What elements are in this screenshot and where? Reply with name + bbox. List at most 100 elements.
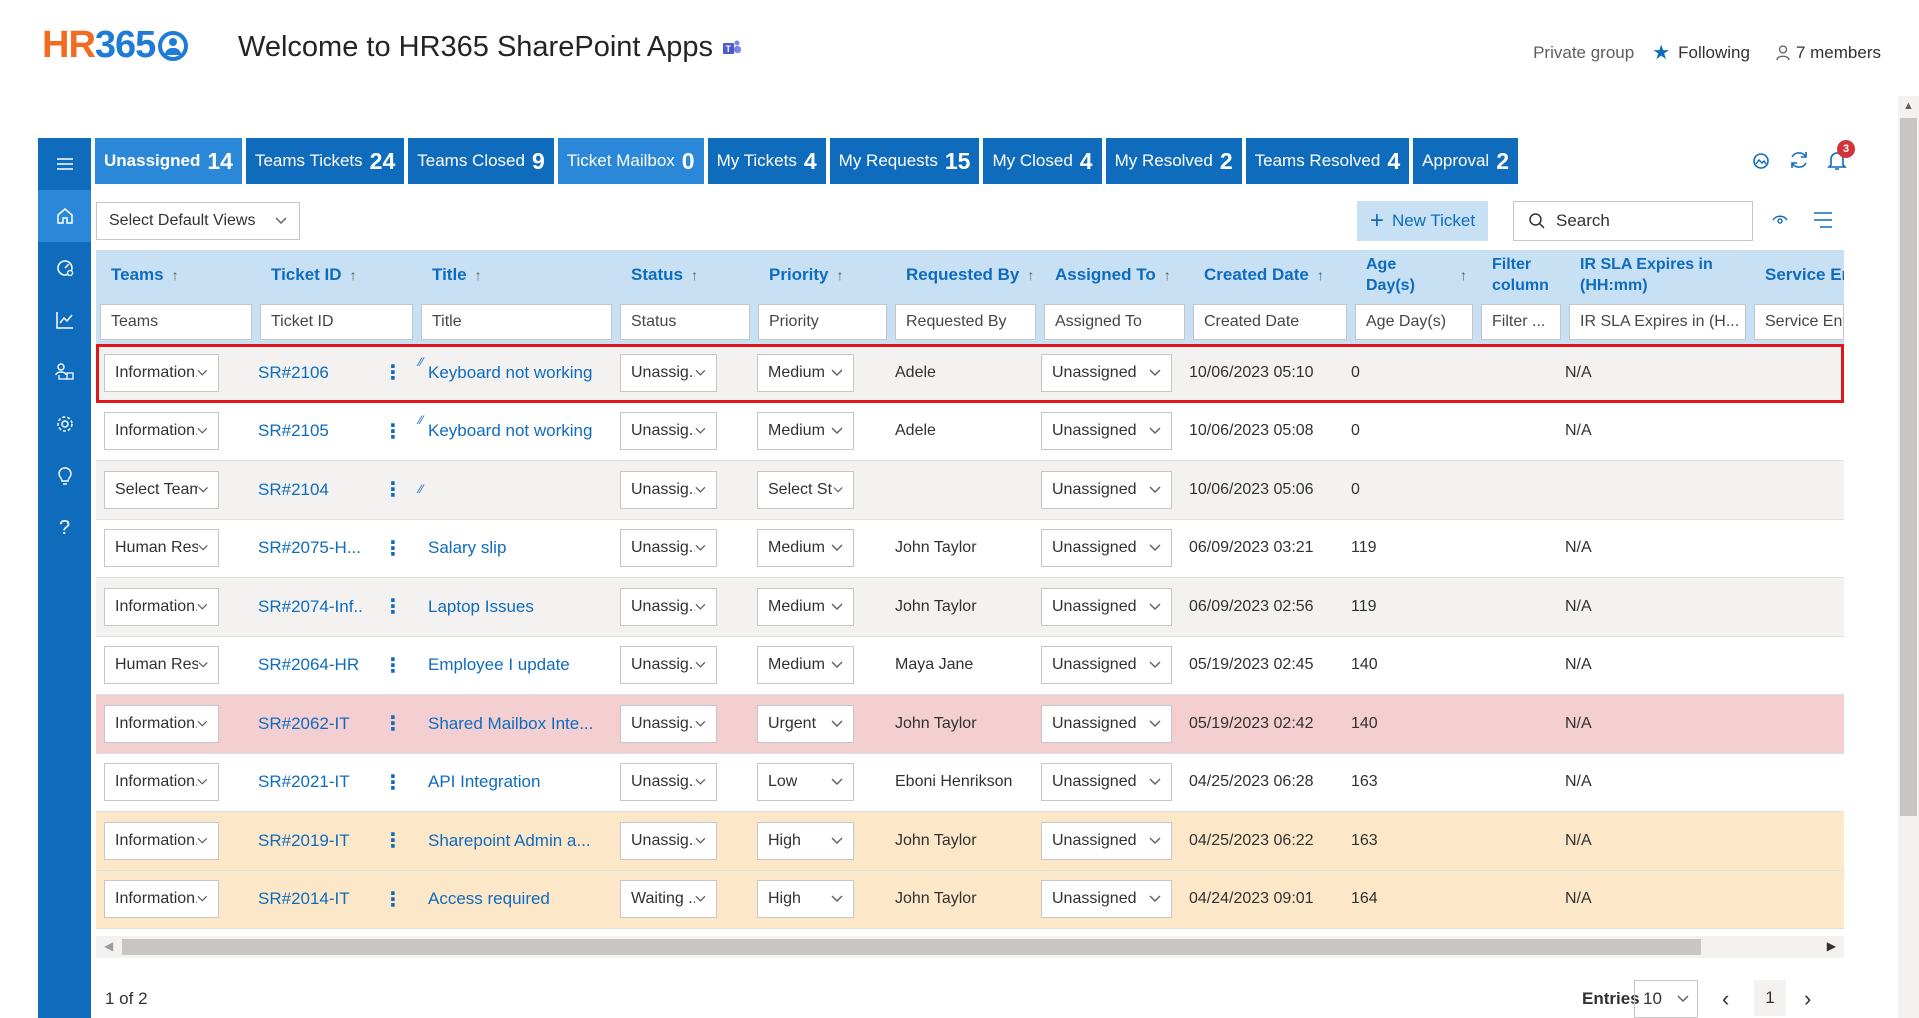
ticket-title-link[interactable]: Keyboard not working [428, 421, 592, 440]
status-dropdown[interactable]: Waiting ... [620, 880, 717, 919]
filter-created-date[interactable]: Created Date [1193, 304, 1347, 340]
next-page-icon[interactable]: › [1804, 986, 1811, 1012]
status-dropdown[interactable]: Unassig... [620, 821, 717, 860]
help-icon[interactable]: ? [38, 502, 91, 554]
teams-dropdown[interactable]: Information... [104, 763, 219, 802]
col-header-created-date[interactable]: Created Date ↑ [1189, 250, 1351, 300]
col-header-priority[interactable]: Priority ↑ [754, 250, 891, 300]
hr365-logo[interactable]: HR 365 [42, 24, 189, 67]
more-options-icon[interactable]: ⋮ [383, 653, 403, 678]
ticket-id-link[interactable]: SR#2075-H... [258, 538, 363, 558]
tab-my-tickets[interactable]: My Tickets 4 [707, 138, 826, 184]
col-header-ticket-id[interactable]: Ticket ID ↑ [256, 250, 417, 300]
ticket-id-link[interactable]: SR#2074-Inf... [258, 597, 363, 617]
more-options-icon[interactable]: ⋮ [383, 419, 403, 444]
teams-dropdown[interactable]: Human Res... [104, 646, 219, 685]
status-dropdown[interactable]: Unassig... [620, 704, 717, 743]
tab-teams-resolved[interactable]: Teams Resolved 4 [1245, 138, 1410, 184]
vertical-scrollbar[interactable]: ▲ [1898, 96, 1919, 1018]
table-row[interactable]: Information... SR#2105 ⋮ ⁄⁄ Keyboard not wor… [96, 403, 1844, 461]
assigned-to-dropdown[interactable]: Unassigned [1041, 529, 1172, 568]
teams-dropdown[interactable]: Information... [104, 412, 219, 451]
status-dropdown[interactable]: Unassig... [620, 412, 717, 451]
horizontal-scroll-thumb[interactable] [122, 939, 1701, 955]
ticket-title-link[interactable]: Keyboard not working [428, 363, 592, 382]
more-options-icon[interactable]: ⋮ [383, 536, 403, 561]
teams-dropdown[interactable]: Information... [104, 587, 219, 626]
eye-icon[interactable] [1771, 212, 1789, 228]
filter-filter-column[interactable]: Filter ... [1481, 304, 1561, 340]
filter-title[interactable]: Title [421, 304, 612, 340]
col-header-service[interactable]: Service Ent [1750, 250, 1844, 300]
assigned-to-dropdown[interactable]: Unassigned [1041, 704, 1172, 743]
table-row[interactable]: Information... SR#2019-IT ⋮ Sharepoint Admi… [96, 812, 1844, 871]
more-options-icon[interactable]: ⋮ [383, 887, 403, 912]
tab-my-closed[interactable]: My Closed 4 [983, 138, 1102, 184]
priority-dropdown[interactable]: Medium [757, 529, 854, 568]
table-row[interactable]: Information... SR#2106 ⋮ ⁄⁄ Keyboard not wor… [96, 344, 1844, 403]
assigned-to-dropdown[interactable]: Unassigned [1041, 412, 1172, 451]
filter-sla[interactable]: IR SLA Expires in (H... [1569, 304, 1746, 340]
scroll-left-icon[interactable]: ◀ [104, 939, 113, 953]
table-row[interactable]: Human Res... SR#2075-H... ⋮ Salary slip Unas… [96, 520, 1844, 578]
priority-dropdown[interactable]: High [757, 880, 854, 919]
notification-bell-icon[interactable]: 3 [1825, 140, 1855, 172]
more-options-icon[interactable]: ⋮ [383, 360, 403, 385]
ticket-title-link[interactable]: Employee I update [428, 655, 570, 674]
priority-dropdown[interactable]: Medium [757, 646, 854, 685]
filter-service[interactable]: Service Enti [1754, 304, 1844, 340]
more-options-icon[interactable]: ⋮ [383, 711, 403, 736]
col-header-assigned-to[interactable]: Assigned To ↑ [1040, 250, 1189, 300]
entries-select[interactable]: 10 [1634, 980, 1698, 1018]
assigned-to-dropdown[interactable]: Unassigned [1041, 763, 1172, 802]
col-header-filter-column[interactable]: Filter column [1477, 250, 1565, 300]
status-dropdown[interactable]: Unassig... [620, 529, 717, 568]
horizontal-scrollbar[interactable]: ◀ ▶ [96, 936, 1844, 958]
status-dropdown[interactable]: Unassig... [620, 587, 717, 626]
assigned-to-dropdown[interactable]: Unassigned [1041, 646, 1172, 685]
filter-ticket-id[interactable]: Ticket ID [260, 304, 413, 340]
more-options-icon[interactable]: ⋮ [383, 477, 403, 502]
filter-teams[interactable]: Teams [100, 304, 252, 340]
more-options-icon[interactable]: ⋮ [383, 828, 403, 853]
status-dropdown[interactable]: Unassig... [620, 353, 717, 392]
tab-approval[interactable]: Approval 2 [1413, 138, 1519, 184]
new-ticket-button[interactable]: + New Ticket [1357, 201, 1488, 241]
ticket-title-link[interactable]: Laptop Issues [428, 597, 534, 616]
ticket-title-link[interactable]: Access required [428, 889, 550, 908]
priority-dropdown[interactable]: Medium [757, 412, 854, 451]
ticket-title-link[interactable]: Sharepoint Admin a... [428, 831, 591, 850]
home-icon[interactable] [38, 190, 91, 242]
filter-assigned-to[interactable]: Assigned To [1044, 304, 1185, 340]
priority-dropdown[interactable]: Urgent [757, 704, 854, 743]
ticket-title-link[interactable]: Salary slip [428, 538, 506, 557]
ticket-title-link[interactable]: Shared Mailbox Inte... [428, 714, 593, 733]
default-views-select[interactable]: Select Default Views [96, 202, 300, 240]
status-dropdown[interactable]: Unassig... [620, 470, 717, 509]
current-page-button[interactable]: 1 [1754, 980, 1786, 1016]
priority-dropdown[interactable]: Medium [757, 587, 854, 626]
table-row[interactable]: Information... SR#2014-IT ⋮ Access required… [96, 870, 1844, 929]
col-header-sla[interactable]: IR SLA Expires in (HH:mm) [1565, 250, 1750, 300]
members-button[interactable]: 7 members [1776, 43, 1881, 63]
ticket-title-link[interactable]: API Integration [428, 772, 540, 791]
prev-page-icon[interactable]: ‹ [1722, 986, 1729, 1012]
tab-teams-closed[interactable]: Teams Closed 9 [408, 138, 554, 184]
col-header-status[interactable]: Status ↑ [616, 250, 754, 300]
ticket-id-link[interactable]: SR#2104 [258, 480, 363, 500]
table-row[interactable]: Select Teams SR#2104 ⋮ ⁄⁄ Unassig... Select S… [96, 461, 1844, 520]
ticket-id-link[interactable]: SR#2064-HR [258, 655, 363, 675]
col-header-age[interactable]: Age Day(s) ↑ [1351, 250, 1477, 300]
assigned-to-dropdown[interactable]: Unassigned [1041, 353, 1172, 392]
user-network-icon[interactable] [38, 346, 91, 398]
priority-dropdown[interactable]: Medium [757, 353, 854, 392]
assigned-to-dropdown[interactable]: Unassigned [1041, 470, 1172, 509]
lightbulb-icon[interactable] [38, 450, 91, 502]
ticket-id-link[interactable]: SR#2019-IT [258, 831, 363, 851]
ticket-id-link[interactable]: SR#2014-IT [258, 889, 363, 909]
status-dropdown[interactable]: Unassig... [620, 763, 717, 802]
chart-icon[interactable] [38, 294, 91, 346]
priority-dropdown[interactable]: Select St... [757, 470, 854, 509]
priority-dropdown[interactable]: High [757, 821, 854, 860]
ticket-id-link[interactable]: SR#2105 [258, 421, 363, 441]
